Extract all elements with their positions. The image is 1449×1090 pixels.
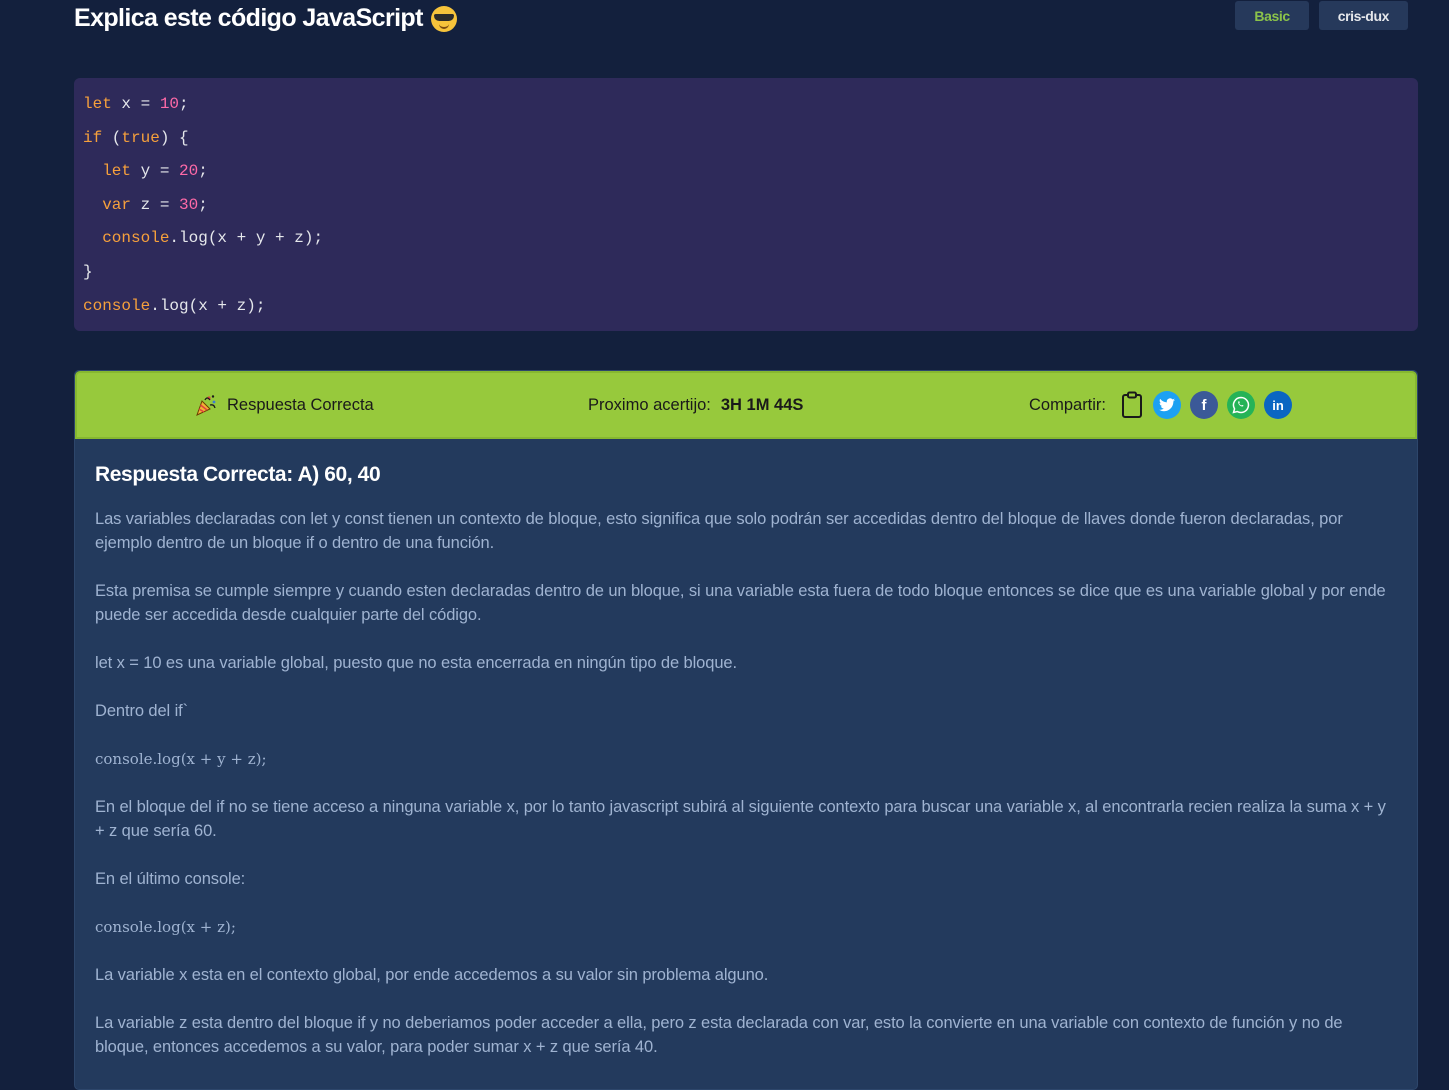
explanation-paragraph: let x = 10 es una variable global, puest… [95,654,737,672]
share-icons: f in [1120,391,1293,419]
result-status: Respuesta Correcta [195,373,374,437]
code-token: 30 [179,195,199,214]
code-line: console.log(x + y + z); [83,227,1418,261]
code-line: let y = 20; [83,160,1418,194]
twitter-share-button[interactable] [1153,391,1182,419]
facebook-share-button[interactable]: f [1190,391,1219,419]
whatsapp-share-button[interactable] [1227,391,1256,419]
explanation-paragraph: Las variables declaradas con let y const… [95,510,1343,552]
page-title: Explica este código JavaScript [74,4,457,33]
facebook-icon: f [1201,396,1207,414]
sunglasses-emoji-icon [430,5,457,32]
code-token: z = [131,195,180,214]
code-token: ; [179,95,189,113]
code-token: if [83,128,103,147]
code-token: } [83,262,93,281]
code-line: var z = 30; [83,194,1418,228]
countdown-timer: 3H 1M 44S [720,395,804,414]
clipboard-icon[interactable] [1120,391,1144,419]
page-title-text: Explica este código JavaScript [74,4,423,32]
explanation-paragraph: Dentro del if` [95,702,189,720]
code-token: true [121,128,160,147]
code-token: ( [102,128,122,147]
explanation-body: Las variables declaradas con let y const… [95,507,1397,1059]
code-token: ; [198,195,208,214]
linkedin-icon: in [1272,397,1284,413]
explanation-paragraph: En el último console: [95,870,246,888]
code-token: let [83,95,112,113]
explanation-paragraph: En el bloque del if no se tiene acceso a… [95,798,1386,840]
code-line: console.log(x + z); [83,295,1418,329]
whatsapp-icon [1232,396,1250,414]
explanation-paragraph: Esta premisa se cumple siempre y cuando … [95,582,1386,624]
share-label: Compartir: [1029,395,1107,414]
explanation-paragraph: La variable x esta en el contexto global… [95,966,769,984]
code-token: let [102,162,132,181]
explanation: Respuesta Correcta: A) 60, 40 Las variab… [75,439,1417,1059]
code-token: console [83,296,151,315]
twitter-icon [1159,398,1176,412]
code-token: 10 [159,95,180,113]
explanation-title: Respuesta Correcta: A) 60, 40 [95,463,381,486]
user-badge[interactable]: cris-dux [1318,1,1408,30]
linkedin-share-button[interactable]: in [1264,391,1293,419]
code-snippet: let x = 10; if (true) { let y = 20; var z… [74,78,1418,331]
next-riddle-label: Proximo acertijo: [588,395,711,414]
explanation-paragraph: La variable z esta dentro del bloque if … [95,1014,1343,1056]
explanation-code: console.log(x + y + z); [95,750,267,768]
code-token: console [102,229,170,248]
explanation-code: console.log(x + z); [95,918,236,936]
code-line: if (true) { [83,127,1418,161]
code-token: ) { [159,128,189,147]
result-status-label: Respuesta Correcta [227,395,374,414]
result-bar: Respuesta Correcta Proximo acertijo: 3H … [75,371,1417,439]
code-token: var [102,195,132,214]
share-section: Compartir: f in [1029,373,1293,437]
code-token: .log(x + y + z); [169,229,324,248]
code-line: } [83,261,1418,295]
code-token: 20 [179,162,199,181]
code-token: x = [111,95,160,113]
code-token: .log(x + z); [150,296,266,315]
code-token: y = [131,162,180,181]
party-popper-icon [196,395,216,416]
next-riddle: Proximo acertijo: 3H 1M 44S [588,373,803,437]
answer-card: Respuesta Correcta Proximo acertijo: 3H … [74,370,1418,1090]
code-token: ; [198,162,208,181]
header-badges: Basic cris-dux [1235,1,1408,30]
code-line: let x = 10; [83,93,1418,127]
level-badge[interactable]: Basic [1235,1,1309,30]
